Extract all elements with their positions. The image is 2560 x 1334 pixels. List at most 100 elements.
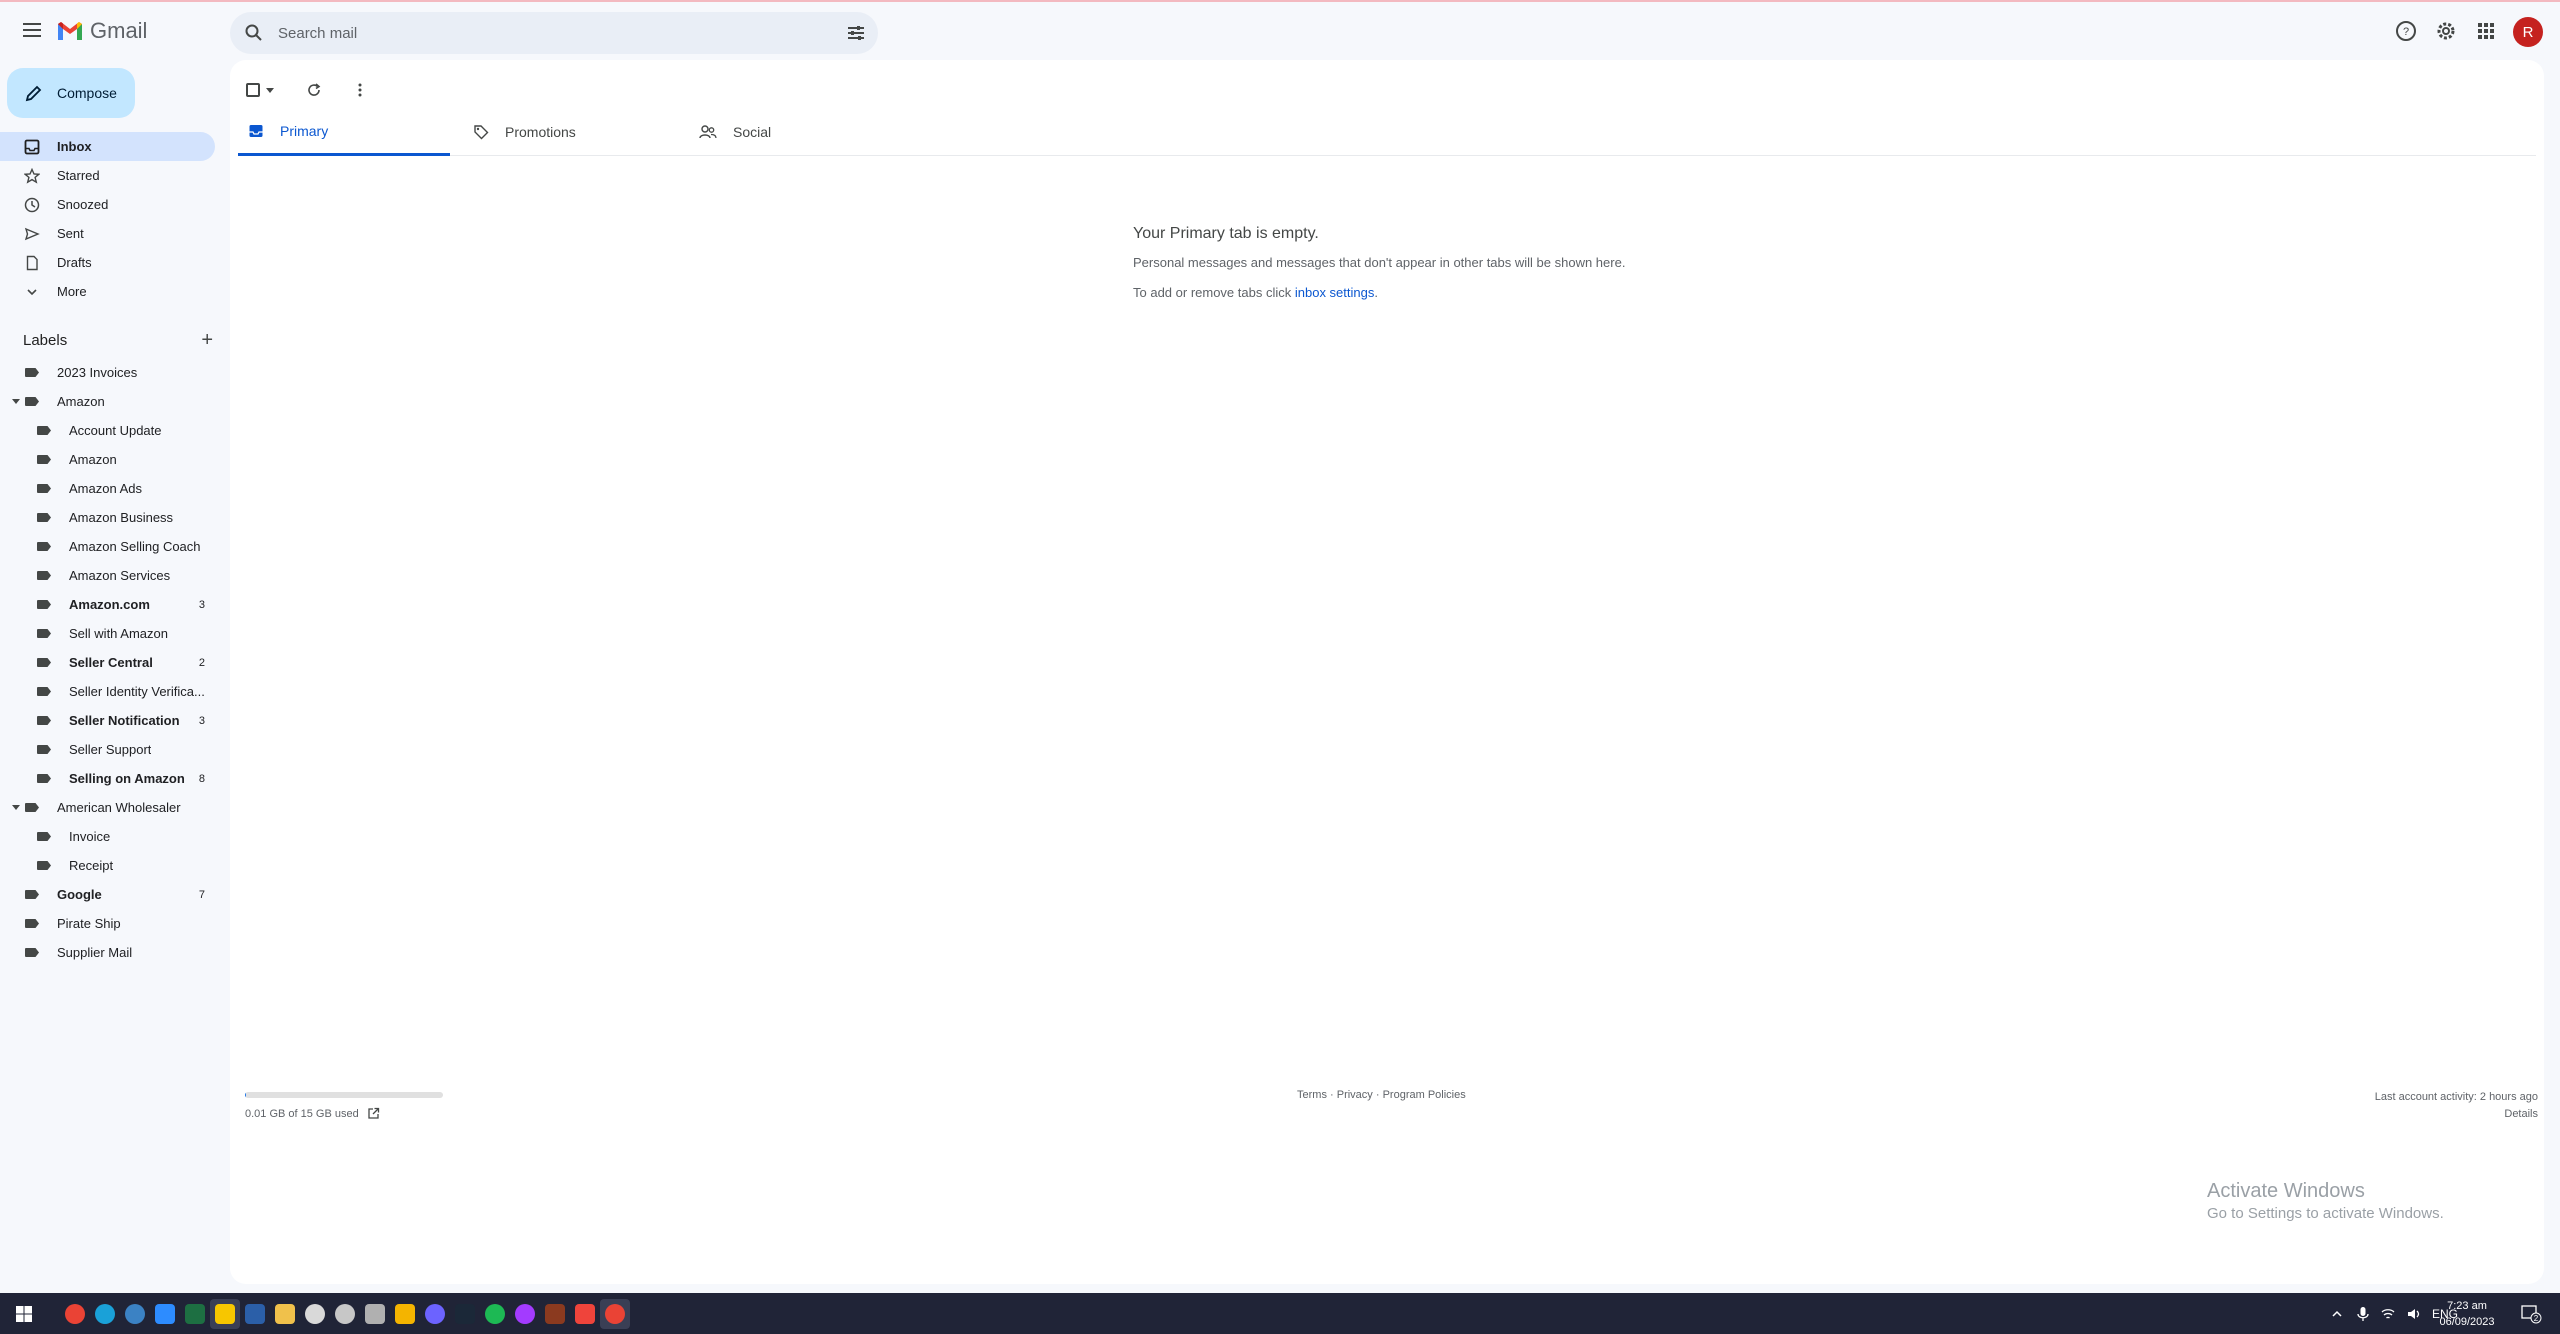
select-all-checkbox[interactable] bbox=[246, 83, 260, 97]
label-item[interactable]: Account Update bbox=[0, 416, 215, 445]
pencil-icon bbox=[25, 85, 42, 102]
label-item[interactable]: Pirate Ship bbox=[0, 909, 215, 938]
notification-count: 2 bbox=[2534, 1314, 2539, 1323]
chevron-up-icon[interactable] bbox=[2330, 1307, 2344, 1321]
sidebar-item-sent[interactable]: Sent bbox=[0, 219, 215, 248]
taskbar-app-settings-app[interactable] bbox=[330, 1299, 360, 1329]
label-item[interactable]: Seller Identity Verifica... bbox=[0, 677, 215, 706]
taskbar-app-cube-app[interactable] bbox=[360, 1299, 390, 1329]
label-item[interactable]: Amazon.com 3 bbox=[0, 590, 215, 619]
account-avatar[interactable]: R bbox=[2513, 17, 2543, 47]
inbox-settings-link[interactable]: inbox settings bbox=[1295, 285, 1375, 300]
search-input[interactable] bbox=[278, 12, 798, 54]
taskbar-app-chrome[interactable] bbox=[60, 1299, 90, 1329]
taskbar-app-yellow-app[interactable] bbox=[390, 1299, 420, 1329]
sidebar-item-starred[interactable]: Starred bbox=[0, 161, 215, 190]
taskbar-app-app-badge[interactable] bbox=[120, 1299, 150, 1329]
taskbar-app-spotify[interactable] bbox=[480, 1299, 510, 1329]
start-button[interactable] bbox=[9, 1299, 39, 1329]
select-dropdown-icon[interactable] bbox=[266, 87, 274, 93]
tab-label: Social bbox=[733, 124, 772, 140]
microphone-icon[interactable] bbox=[2356, 1306, 2370, 1322]
expand-caret-icon[interactable] bbox=[12, 805, 20, 810]
program-policies-link[interactable]: Program Policies bbox=[1383, 1089, 1466, 1101]
search-bar[interactable] bbox=[230, 12, 878, 54]
label-name: Pirate Ship bbox=[57, 916, 121, 931]
notification-center-button[interactable]: 2 bbox=[2520, 1293, 2542, 1334]
sidebar-item-label: Drafts bbox=[57, 255, 92, 270]
gmail-logo[interactable]: Gmail bbox=[56, 18, 147, 44]
expand-caret-icon[interactable] bbox=[12, 399, 20, 404]
taskbar-app-file-explorer[interactable] bbox=[270, 1299, 300, 1329]
system-clock[interactable]: 7:23 am 06/09/2023 bbox=[2432, 1298, 2502, 1330]
search-options-icon[interactable] bbox=[846, 23, 866, 43]
tab-primary[interactable]: Primary bbox=[238, 108, 450, 156]
sidebar-item-inbox[interactable]: Inbox bbox=[0, 132, 215, 161]
sidebar-nav: Inbox Starred Snoozed Sent Drafts More bbox=[0, 132, 230, 306]
label-item[interactable]: Amazon Business bbox=[0, 503, 215, 532]
settings-gear-icon[interactable] bbox=[2434, 19, 2458, 43]
taskbar-app-chrome-active[interactable] bbox=[600, 1299, 630, 1329]
terms-link[interactable]: Terms bbox=[1297, 1089, 1327, 1101]
tab-label: Primary bbox=[280, 122, 329, 139]
more-vert-icon[interactable] bbox=[352, 82, 368, 98]
taskbar-app-zoom[interactable] bbox=[150, 1299, 180, 1329]
taskbar-app-messenger[interactable] bbox=[510, 1299, 540, 1329]
refresh-icon[interactable] bbox=[306, 82, 322, 98]
label-item[interactable]: Google 7 bbox=[0, 880, 215, 909]
label-icon bbox=[37, 832, 51, 841]
label-item[interactable]: American Wholesaler bbox=[0, 793, 215, 822]
sidebar-item-snoozed[interactable]: Snoozed bbox=[0, 190, 215, 219]
main-menu-button[interactable] bbox=[16, 14, 48, 46]
taskbar-app-game-app[interactable] bbox=[540, 1299, 570, 1329]
taskbar-app-clock-app[interactable] bbox=[300, 1299, 330, 1329]
header: Gmail ? R bbox=[0, 2, 2560, 60]
search-icon[interactable] bbox=[244, 23, 264, 43]
sidebar-item-label: More bbox=[57, 284, 87, 299]
label-item[interactable]: Amazon Selling Coach bbox=[0, 532, 215, 561]
help-icon[interactable]: ? bbox=[2394, 19, 2418, 43]
labels-title: Labels bbox=[23, 331, 68, 349]
taskbar-app-edge[interactable] bbox=[90, 1299, 120, 1329]
sidebar-item-drafts[interactable]: Drafts bbox=[0, 248, 215, 277]
taskbar-app-anydesk[interactable] bbox=[570, 1299, 600, 1329]
tab-promotions[interactable]: Promotions bbox=[463, 108, 675, 156]
sidebar-item-more[interactable]: More bbox=[0, 277, 215, 306]
apps-grid-icon[interactable] bbox=[2474, 19, 2498, 43]
compose-button[interactable]: Compose bbox=[7, 68, 135, 118]
taskbar-app-excel[interactable] bbox=[180, 1299, 210, 1329]
details-link[interactable]: Details bbox=[2375, 1106, 2538, 1123]
privacy-link[interactable]: Privacy bbox=[1337, 1089, 1373, 1101]
open-external-icon[interactable] bbox=[367, 1107, 380, 1120]
volume-icon[interactable] bbox=[2406, 1307, 2422, 1321]
label-item[interactable]: Invoice bbox=[0, 822, 215, 851]
tab-social[interactable]: Social bbox=[689, 108, 901, 156]
label-item[interactable]: 2023 Invoices bbox=[0, 358, 215, 387]
label-name: Receipt bbox=[69, 858, 114, 873]
label-item[interactable]: Seller Central 2 bbox=[0, 648, 215, 677]
label-item[interactable]: Receipt bbox=[0, 851, 215, 880]
sidebar-item-label: Snoozed bbox=[57, 197, 109, 212]
compose-label: Compose bbox=[57, 85, 117, 101]
label-item[interactable]: Seller Support bbox=[0, 735, 215, 764]
add-label-button[interactable]: + bbox=[201, 330, 213, 350]
sidebar-item-label: Starred bbox=[57, 168, 100, 183]
taskbar-app-calculator[interactable] bbox=[240, 1299, 270, 1329]
label-item[interactable]: Sell with Amazon bbox=[0, 619, 215, 648]
windows-logo-icon bbox=[16, 1306, 32, 1322]
taskbar-app-steam[interactable] bbox=[450, 1299, 480, 1329]
label-item[interactable]: Amazon bbox=[0, 445, 215, 474]
label-item[interactable]: Amazon Services bbox=[0, 561, 215, 590]
chevron-down-icon bbox=[22, 282, 42, 302]
label-item[interactable]: Supplier Mail bbox=[0, 938, 215, 967]
label-item[interactable]: Seller Notification 3 bbox=[0, 706, 215, 735]
label-item[interactable]: Amazon Ads bbox=[0, 474, 215, 503]
label-icon bbox=[37, 513, 51, 522]
taskbar-app-chat-app[interactable] bbox=[420, 1299, 450, 1329]
label-name: American Wholesaler bbox=[57, 800, 181, 815]
taskbar-app-sticky-notes[interactable] bbox=[210, 1299, 240, 1329]
label-name: Sell with Amazon bbox=[69, 626, 168, 641]
label-item[interactable]: Selling on Amazon 8 bbox=[0, 764, 215, 793]
network-icon[interactable] bbox=[2380, 1307, 2396, 1321]
label-item[interactable]: Amazon bbox=[0, 387, 215, 416]
